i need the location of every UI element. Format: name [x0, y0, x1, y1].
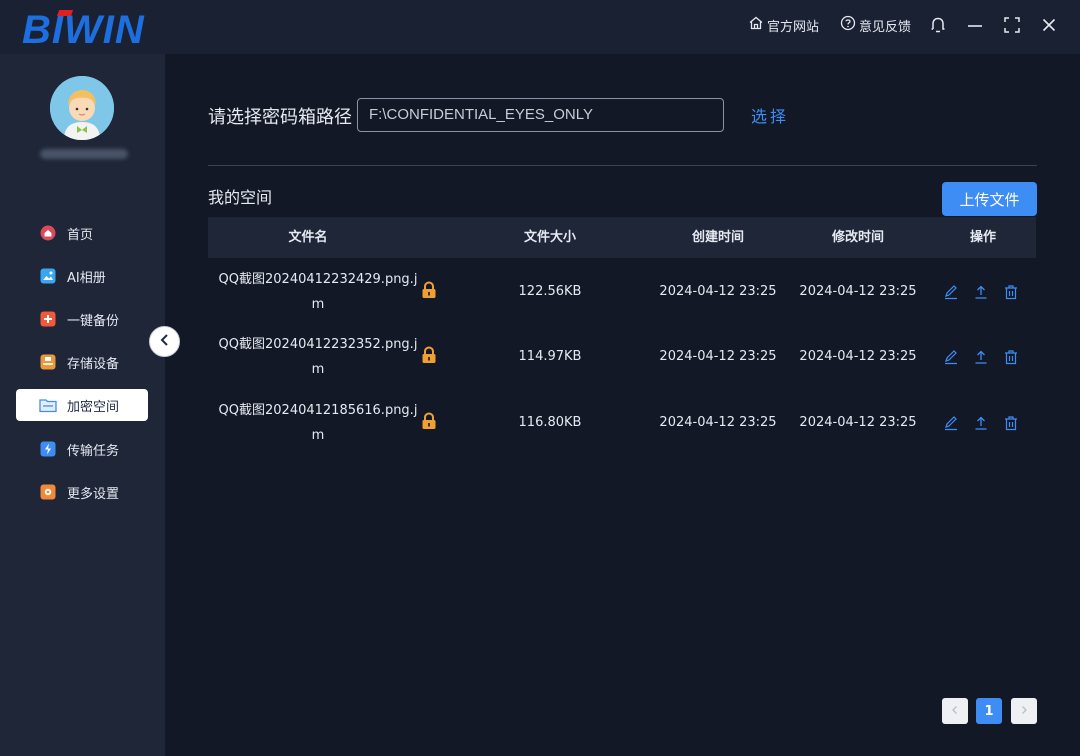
- sidebar-item-settings[interactable]: 更多设置: [16, 476, 148, 508]
- sidebar-item-storage[interactable]: 存储设备: [16, 346, 148, 378]
- file-modified: 2024-04-12 23:25: [799, 415, 917, 430]
- settings-icon: [39, 483, 57, 501]
- home-icon: [748, 15, 764, 35]
- file-modified: 2024-04-12 23:25: [799, 349, 917, 364]
- sidebar-item-label: 更多设置: [67, 486, 120, 502]
- page-number-button[interactable]: 1: [976, 698, 1002, 724]
- feedback-label: 意见反馈: [859, 19, 912, 35]
- table-row[interactable]: QQ截图20240412232429.png.jm 122.56KB 2024-…: [208, 259, 1036, 319]
- column-header-actions: 操作: [969, 230, 996, 245]
- lock-icon: [421, 412, 437, 430]
- title-bar: BIWIN 官方网站 意见反馈: [0, 0, 1080, 54]
- username-blurred: [40, 149, 128, 159]
- sidebar-item-label: AI相册: [67, 270, 106, 286]
- avatar[interactable]: [50, 76, 114, 140]
- file-size: 114.97KB: [518, 349, 582, 364]
- feedback-link[interactable]: 意见反馈: [840, 14, 911, 36]
- column-header-name[interactable]: 文件名: [208, 217, 408, 258]
- sidebar-item-transfer[interactable]: 传输任务: [16, 433, 148, 465]
- sidebar-item-encrypted-space[interactable]: 加密空间: [16, 389, 148, 421]
- export-icon[interactable]: [972, 283, 990, 301]
- sidebar-item-label: 一键备份: [67, 313, 120, 329]
- prev-page-button[interactable]: [942, 698, 968, 724]
- sidebar-item-label: 传输任务: [67, 443, 120, 459]
- delete-icon[interactable]: [1002, 414, 1020, 432]
- sidebar-item-backup[interactable]: 一键备份: [16, 303, 148, 335]
- help-circle-icon: [840, 15, 856, 35]
- sidebar-item-label: 存储设备: [67, 356, 120, 372]
- biwin-logo: BIWIN: [22, 8, 145, 52]
- divider: [208, 165, 1037, 166]
- transfer-icon: [39, 440, 57, 458]
- column-header-modified[interactable]: 修改时间: [788, 217, 928, 258]
- chevron-left-icon: [950, 704, 960, 719]
- delete-icon[interactable]: [1002, 283, 1020, 301]
- table-row[interactable]: QQ截图20240412185616.png.jm 116.80KB 2024-…: [208, 390, 1036, 450]
- upload-file-button[interactable]: 上传文件: [942, 182, 1037, 216]
- close-icon[interactable]: [1037, 13, 1061, 37]
- next-page-button[interactable]: [1011, 698, 1037, 724]
- path-label: 请选择密码箱路径: [208, 107, 352, 128]
- file-modified: 2024-04-12 23:25: [799, 284, 917, 299]
- home-icon: [39, 224, 57, 242]
- file-created: 2024-04-12 23:25: [659, 349, 777, 364]
- file-created: 2024-04-12 23:25: [659, 415, 777, 430]
- rename-icon[interactable]: [942, 414, 960, 432]
- table-row[interactable]: QQ截图20240412232352.png.jm 114.97KB 2024-…: [208, 324, 1036, 384]
- file-name: QQ截图20240412232352.png.jm: [218, 337, 418, 377]
- bell-icon[interactable]: [926, 13, 950, 37]
- file-name: QQ截图20240412185616.png.jm: [218, 403, 418, 443]
- sidebar-item-label: 加密空间: [67, 399, 120, 415]
- section-title: 我的空间: [208, 188, 273, 207]
- fullscreen-icon[interactable]: [1000, 13, 1024, 37]
- official-site-label: 官方网站: [767, 19, 820, 35]
- backup-icon: [39, 310, 57, 328]
- export-icon[interactable]: [972, 348, 990, 366]
- choose-path-button[interactable]: 选择: [751, 103, 789, 127]
- lock-icon: [421, 281, 437, 299]
- sidebar-item-label: 首页: [67, 227, 94, 243]
- file-created: 2024-04-12 23:25: [659, 284, 777, 299]
- vault-path-input[interactable]: F:\CONFIDENTIAL_EYES_ONLY: [357, 98, 724, 132]
- delete-icon[interactable]: [1002, 348, 1020, 366]
- table-header: 文件名 文件大小 创建时间 修改时间 操作: [208, 217, 1036, 258]
- storage-icon: [39, 353, 57, 371]
- file-name: QQ截图20240412232429.png.jm: [218, 272, 418, 312]
- lock-icon: [421, 346, 437, 364]
- chevron-left-icon: [158, 332, 172, 351]
- rename-icon[interactable]: [942, 283, 960, 301]
- file-size: 122.56KB: [518, 284, 582, 299]
- column-header-created[interactable]: 创建时间: [648, 217, 788, 258]
- column-header-size[interactable]: 文件大小: [488, 217, 612, 258]
- sidebar-item-home[interactable]: 首页: [16, 217, 148, 249]
- minimize-icon[interactable]: [963, 13, 987, 37]
- file-size: 116.80KB: [518, 415, 582, 430]
- official-site-link[interactable]: 官方网站: [748, 14, 819, 36]
- chevron-right-icon: [1019, 704, 1029, 719]
- collapse-sidebar-button[interactable]: [149, 326, 180, 357]
- photo-icon: [39, 267, 57, 285]
- export-icon[interactable]: [972, 414, 990, 432]
- sidebar-item-ai-album[interactable]: AI相册: [16, 260, 148, 292]
- folder-lock-icon: [39, 396, 57, 414]
- rename-icon[interactable]: [942, 348, 960, 366]
